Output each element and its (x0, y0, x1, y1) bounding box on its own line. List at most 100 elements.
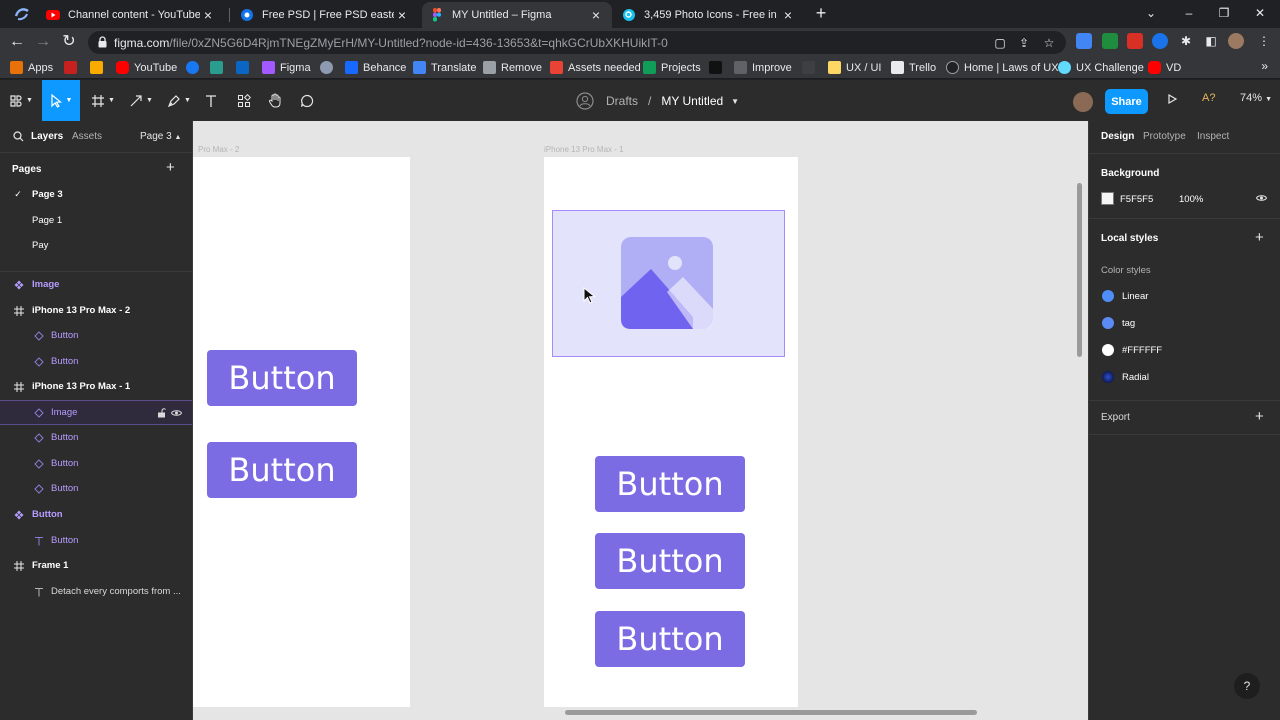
move-tool[interactable]: ▼ (42, 80, 80, 121)
button-instance[interactable]: Button (595, 456, 745, 512)
layer-image-instance-selected[interactable]: Image (0, 400, 192, 425)
background-hex[interactable]: F5F5F5 (1120, 194, 1153, 205)
image-placeholder-selected[interactable] (552, 210, 785, 357)
main-menu-button[interactable]: ▼ (2, 80, 40, 121)
close-window-icon[interactable]: ✕ (1251, 4, 1269, 22)
eye-icon[interactable] (170, 407, 182, 419)
bookmark-behance[interactable]: Behance (345, 59, 406, 76)
bookmark-improve[interactable]: Improve (734, 59, 792, 76)
share-page-icon[interactable]: ⇪ (1016, 35, 1032, 51)
forward-icon[interactable]: → (32, 32, 54, 52)
side-panel-icon[interactable]: ◧ (1203, 33, 1219, 49)
help-button[interactable]: ? (1234, 673, 1260, 699)
reload-icon[interactable]: ↻ (58, 32, 80, 52)
button-instance[interactable]: Button (207, 442, 357, 498)
add-export-icon[interactable]: + (1255, 409, 1264, 424)
bookmark-projects[interactable]: Projects (643, 59, 701, 76)
bookmark-apps[interactable]: Apps (10, 59, 53, 76)
button-instance[interactable]: Button (595, 611, 745, 667)
layer-iphone-frame-2[interactable]: iPhone 13 Pro Max - 2 (0, 298, 192, 323)
design-canvas[interactable]: Pro Max - 2 Button Button iPhone 13 Pro … (193, 121, 1088, 720)
bookmark-round[interactable] (320, 59, 338, 76)
layer-button-component[interactable]: Button (0, 502, 192, 527)
bookmark-linkedin[interactable] (236, 59, 254, 76)
layer-button-instance[interactable]: Button (0, 323, 192, 348)
address-bar[interactable]: figma.com/file/0xZN5G6D4RjmTNEgZMyErH/MY… (88, 31, 1066, 54)
back-icon[interactable]: ← (6, 32, 28, 52)
unlock-icon[interactable] (155, 407, 167, 419)
tab-layers[interactable]: Layers (31, 131, 63, 142)
bookmark-star-icon[interactable]: ☆ (1041, 35, 1057, 51)
red-extension-icon[interactable] (1127, 33, 1143, 49)
search-icon[interactable] (13, 131, 24, 142)
layer-frame-1[interactable]: Frame 1 (0, 553, 192, 578)
page-switcher[interactable]: Page 3 ▲ (140, 131, 181, 142)
bookmark-ux-challenge[interactable]: UX Challenge (1058, 59, 1144, 76)
tab-prototype[interactable]: Prototype (1143, 131, 1186, 142)
tab-inspect[interactable]: Inspect (1197, 131, 1229, 142)
layer-button-instance[interactable]: Button (0, 476, 192, 501)
color-style-tag[interactable]: tag (1102, 316, 1135, 330)
more-bookmarks-icon[interactable]: » (1261, 59, 1268, 73)
frame-label-iphone-2[interactable]: Pro Max - 2 (198, 145, 239, 154)
close-tab-icon[interactable]: × (394, 7, 410, 23)
new-tab-button[interactable]: + (812, 4, 830, 24)
bookmark-gmail[interactable] (64, 59, 82, 76)
bookmark-assets-needed[interactable]: Assets needed (550, 59, 641, 76)
bookmark-laws-of-ux[interactable]: Home | Laws of UX (946, 59, 1059, 76)
tab-assets[interactable]: Assets (72, 131, 102, 142)
comment-tool[interactable] (288, 80, 326, 121)
close-tab-icon[interactable]: × (200, 7, 216, 23)
tab-design[interactable]: Design (1101, 131, 1134, 142)
layer-iphone-frame-1[interactable]: iPhone 13 Pro Max - 1 (0, 374, 192, 399)
vertical-scrollbar[interactable] (1077, 183, 1082, 357)
iphone-frame-2[interactable]: Button Button (193, 157, 410, 707)
add-page-icon[interactable]: + (166, 159, 175, 176)
browser-tab-iconscout[interactable]: 3,459 Photo Icons - Free in SVG, × (614, 2, 804, 28)
zoom-level[interactable]: 74% ▼ (1240, 92, 1272, 104)
extensions-puzzle-icon[interactable]: ✱ (1178, 33, 1194, 49)
chrome-menu-icon[interactable] (14, 6, 30, 22)
layer-button-instance[interactable]: Button (0, 425, 192, 450)
close-tab-icon[interactable]: × (588, 7, 604, 23)
browser-tab-freepik[interactable]: Free PSD | Free PSD easter egg w × (232, 2, 418, 28)
chevron-down-icon[interactable]: ▼ (731, 97, 739, 106)
green-extension-icon[interactable] (1102, 33, 1118, 49)
button-instance[interactable]: Button (595, 533, 745, 589)
bookmark-vd[interactable]: VD (1148, 59, 1181, 76)
bookmark-ux-ui[interactable]: UX / UI (828, 59, 881, 76)
bookmark-misc[interactable] (802, 59, 820, 76)
browser-tab-figma[interactable]: MY Untitled – Figma × (422, 2, 612, 28)
bookmark-graph[interactable] (210, 59, 228, 76)
color-style-linear[interactable]: Linear (1102, 289, 1148, 303)
background-opacity[interactable]: 100% (1179, 194, 1203, 205)
color-style-white[interactable]: #FFFFFF (1102, 343, 1162, 357)
background-swatch[interactable] (1101, 192, 1114, 205)
bookmark-translate[interactable]: Translate (413, 59, 476, 76)
frame-label-iphone-1[interactable]: iPhone 13 Pro Max - 1 (544, 145, 624, 154)
layer-button-instance[interactable]: Button (0, 451, 192, 476)
bookmark-trello[interactable]: Trello (891, 59, 936, 76)
profile-avatar[interactable] (1228, 33, 1244, 49)
share-button[interactable]: Share (1105, 89, 1148, 114)
bookmark-remove[interactable]: Remove (483, 59, 542, 76)
add-style-icon[interactable]: + (1255, 230, 1264, 245)
page-item-pay[interactable]: Pay (0, 233, 192, 258)
save-page-icon[interactable]: ▢ (992, 35, 1008, 51)
chrome-menu-dots-icon[interactable]: ⋮ (1256, 33, 1272, 49)
page-item-page-3[interactable]: ✓ Page 3 (0, 182, 192, 207)
button-instance[interactable]: Button (207, 350, 357, 406)
accessibility-check-label[interactable]: A? (1202, 92, 1215, 104)
layer-button-instance[interactable]: Button (0, 349, 192, 374)
present-play-icon[interactable] (1166, 93, 1178, 108)
bookmark-figma[interactable]: Figma (262, 59, 311, 76)
close-tab-icon[interactable]: × (780, 7, 796, 23)
lock-icon[interactable] (98, 36, 107, 48)
color-style-radial[interactable]: Radial (1102, 370, 1149, 384)
layer-button-text[interactable]: Button (0, 528, 192, 553)
bookmark-adobe[interactable] (709, 59, 727, 76)
horizontal-scrollbar[interactable] (565, 710, 977, 715)
tab-search-icon[interactable]: ⌄ (1142, 4, 1160, 22)
shape-tool[interactable]: ▼ (122, 80, 160, 121)
bookmark-keep[interactable] (90, 59, 108, 76)
